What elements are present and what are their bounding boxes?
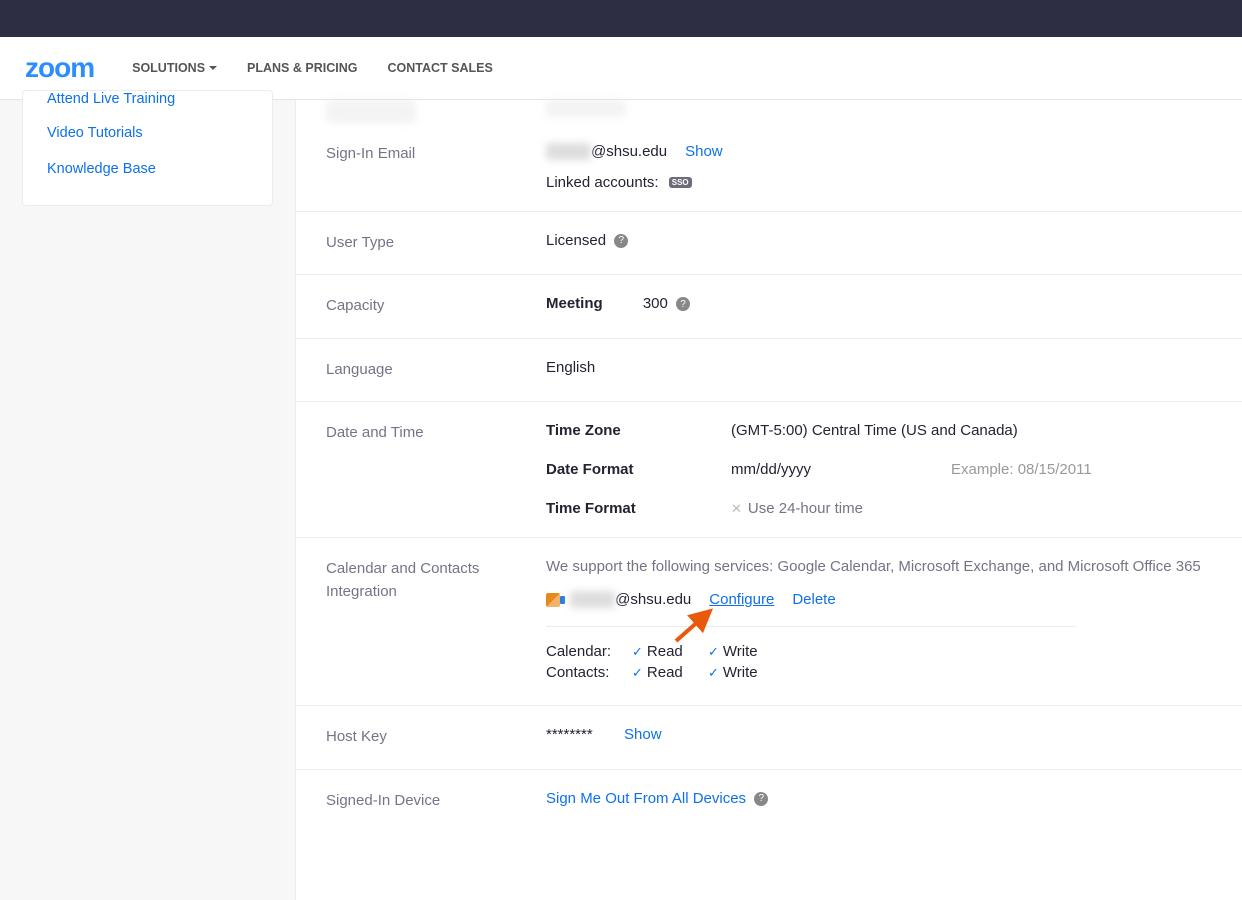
calendar-support-text: We support the following services: Googl… [546,558,1242,575]
linked-accounts-row: Linked accounts: SSO [546,174,1242,191]
zoom-logo[interactable]: zoom [25,52,94,84]
email-value: xxxxxx@shsu.edu [546,143,667,160]
sso-badge-icon: SSO [669,177,692,188]
capacity-type: Meeting [546,295,603,312]
show-hostkey-link[interactable]: Show [624,726,662,743]
divider [546,626,1076,627]
sidebar-item-kb[interactable]: Knowledge Base [47,151,248,187]
label-signin-email: Sign-In Email [326,143,546,191]
calendar-account-row: xxxxxx@shsu.edu Configure Delete [546,591,1242,608]
capacity-value: 300 [643,295,668,312]
perm-calendar-label: Calendar: [546,643,616,660]
perm-contacts-write: ✓Write [708,664,768,681]
sidebar: Attend Live Training Video Tutorials Kno… [0,100,295,900]
perm-calendar-write: ✓Write [708,643,768,660]
perm-contacts-read: ✓Read [632,664,692,681]
tz-label: Time Zone [546,422,731,439]
chevron-down-icon [209,66,217,70]
email-domain: @shsu.edu [591,143,667,160]
tz-value: (GMT-5:00) Central Time (US and Canada) [731,422,1018,439]
sidebar-item-tutorials[interactable]: Video Tutorials [47,115,248,151]
nav-solutions-label: SOLUTIONS [132,61,205,75]
help-icon[interactable]: ? [614,234,628,248]
annotation-arrow-icon [672,605,718,645]
tf-value: ✕Use 24-hour time [731,500,863,517]
df-example: Example: 08/15/2011 [951,461,1092,478]
label-personal-id [326,100,546,123]
nav-solutions[interactable]: SOLUTIONS [132,61,217,75]
help-icon[interactable]: ? [676,297,690,311]
check-icon: ✓ [632,665,643,680]
label-capacity: Capacity [326,295,546,318]
language-value: English [546,359,1242,382]
perm-contacts-label: Contacts: [546,664,616,681]
label-user-type: User Type [326,232,546,255]
label-language: Language [326,359,546,382]
main-nav: SOLUTIONS PLANS & PRICING CONTACT SALES [132,61,493,75]
df-value: mm/dd/yyyy [731,461,951,478]
top-bar [0,0,1242,37]
sidebar-card: Attend Live Training Video Tutorials Kno… [22,90,273,206]
check-icon: ✓ [708,665,719,680]
cal-email-masked: xxxxxx [570,591,615,608]
delete-link[interactable]: Delete [792,591,835,608]
help-icon[interactable]: ? [754,792,768,806]
calendar-service-icon [546,593,560,607]
label-datetime: Date and Time [326,422,546,517]
label-calendar-integration: Calendar and Contacts Integration [326,558,546,685]
email-masked: xxxxxx [546,143,591,160]
user-type-value: Licensed [546,232,606,249]
profile-main: Sign-In Email xxxxxx@shsu.edu Show Linke… [295,100,1242,900]
label-signed-in-device: Signed-In Device [326,790,546,813]
cal-email-domain: @shsu.edu [615,591,691,608]
check-icon: ✓ [632,644,643,659]
x-icon: ✕ [731,501,742,516]
sign-out-all-link[interactable]: Sign Me Out From All Devices [546,790,746,807]
show-email-link[interactable]: Show [685,143,723,160]
configure-link[interactable]: Configure [709,591,774,608]
linked-accounts-label: Linked accounts: [546,174,659,191]
hostkey-value: ******** [546,726,606,743]
perm-calendar-read: ✓Read [632,643,692,660]
df-label: Date Format [546,461,731,478]
nav-plans[interactable]: PLANS & PRICING [247,61,357,75]
sidebar-item-training[interactable]: Attend Live Training [47,85,248,115]
check-icon: ✓ [708,644,719,659]
calendar-account: xxxxxx@shsu.edu [546,591,691,608]
tf-label: Time Format [546,500,731,517]
label-host-key: Host Key [326,726,546,749]
value-personal-id [546,100,1242,123]
nav-contact[interactable]: CONTACT SALES [387,61,492,75]
